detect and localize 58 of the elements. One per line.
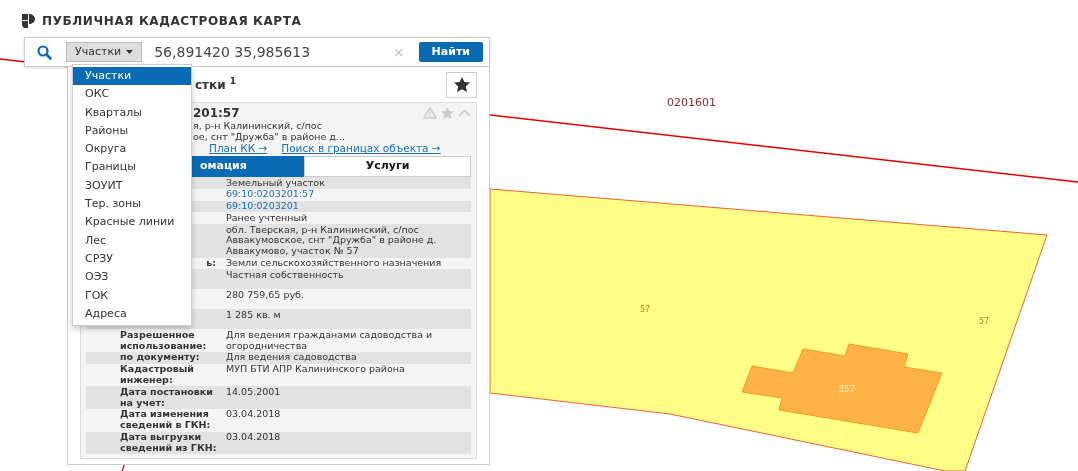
menu-item[interactable]: Районы bbox=[73, 121, 191, 141]
favorites-button[interactable] bbox=[446, 71, 477, 98]
menu-item[interactable]: ОКС bbox=[73, 85, 191, 104]
field-value: Земельный участок bbox=[226, 176, 325, 188]
field-label: ь: bbox=[206, 257, 216, 269]
field-value: 03.04.2018 bbox=[226, 408, 281, 420]
card-link[interactable]: Поиск в границах объекта → bbox=[281, 142, 441, 155]
map-label: 57 bbox=[979, 317, 990, 326]
menu-item[interactable]: Адреса bbox=[73, 304, 191, 324]
menu-item[interactable]: ЗОУИТ bbox=[73, 176, 191, 196]
field-label: Дата выгрузки сведений из ГКН: bbox=[120, 431, 217, 453]
value-link[interactable]: 69:10:0203201:57 bbox=[226, 188, 315, 200]
menu-item[interactable]: ГОК bbox=[73, 286, 191, 305]
menu-item[interactable]: Тер. зоны bbox=[73, 195, 191, 214]
collapse-icon[interactable] bbox=[458, 109, 471, 117]
field-value: Ранее учтенный bbox=[226, 211, 308, 223]
menu-item[interactable]: ОЭЗ bbox=[73, 268, 191, 287]
field-value: Для ведения садоводства bbox=[226, 351, 357, 363]
app-title: ПУБЛИЧНАЯ КАДАСТРОВАЯ КАРТА bbox=[42, 12, 302, 30]
search-field[interactable]: 56,891420 35,985613 bbox=[154, 41, 393, 63]
menu-item[interactable]: Красные линии bbox=[73, 213, 191, 232]
field-value: 14.05.2001 bbox=[226, 385, 281, 397]
field-label: Дата постановки на учет: bbox=[120, 385, 213, 408]
value-link[interactable]: 69:10:0203201 bbox=[226, 200, 299, 212]
star-icon bbox=[453, 77, 470, 92]
search-button[interactable]: Найти bbox=[418, 42, 483, 62]
field-value: обл. Тверская, р-н Калининский, с/пос Аввакумовское, снт "Дружба" в районе д. Аввакумово, участок № 57 bbox=[226, 223, 437, 257]
field-value: Частная собственность bbox=[226, 268, 344, 280]
menu-item[interactable]: СРЗУ bbox=[73, 249, 191, 269]
field-label: Кадастровый инженер: bbox=[120, 363, 194, 386]
star-icon[interactable] bbox=[441, 107, 454, 119]
menu-item[interactable]: Кварталы bbox=[73, 103, 191, 122]
field-value: 1 285 кв. м bbox=[226, 308, 281, 320]
field-value: Для ведения гражданами садоводства и огородничества bbox=[226, 328, 433, 351]
caret-icon bbox=[126, 50, 134, 54]
address-line: я, р-н Калининский, с/пос bbox=[193, 120, 322, 131]
field-label: Разрешенное использование: bbox=[120, 328, 207, 351]
category-dropdown[interactable]: Участки bbox=[66, 42, 143, 62]
field-value: 03.04.2018 bbox=[226, 431, 281, 443]
tab[interactable]: Услуги bbox=[304, 156, 471, 177]
map-label: 57 bbox=[640, 305, 651, 314]
field-value: 280 759,65 руб. bbox=[226, 288, 304, 300]
map-label: 357 bbox=[838, 384, 856, 394]
results-heading: стки $^{1}$ bbox=[195, 75, 237, 94]
menu-item[interactable]: Участки bbox=[73, 67, 191, 86]
field-label: по документу: bbox=[120, 351, 200, 363]
map-label: 0201601 bbox=[667, 96, 716, 109]
menu-item[interactable]: Лес bbox=[73, 231, 191, 250]
field-label: Дата изменения сведений в ГКН: bbox=[120, 408, 211, 431]
field-value: Земли сельскохозяйственного назначения bbox=[226, 257, 442, 269]
card-link[interactable]: План КК → bbox=[209, 142, 268, 155]
address-line: ое, снт "Дружба" в районе д... bbox=[193, 131, 345, 142]
menu-item[interactable]: Округа bbox=[73, 140, 191, 159]
logo-icon bbox=[22, 13, 35, 28]
field-value: МУП БТИ АПР Калининского района bbox=[226, 363, 405, 375]
cadastral-number: 201:57 bbox=[193, 106, 240, 120]
warning-icon[interactable] bbox=[423, 107, 437, 119]
search-icon[interactable] bbox=[37, 44, 52, 60]
